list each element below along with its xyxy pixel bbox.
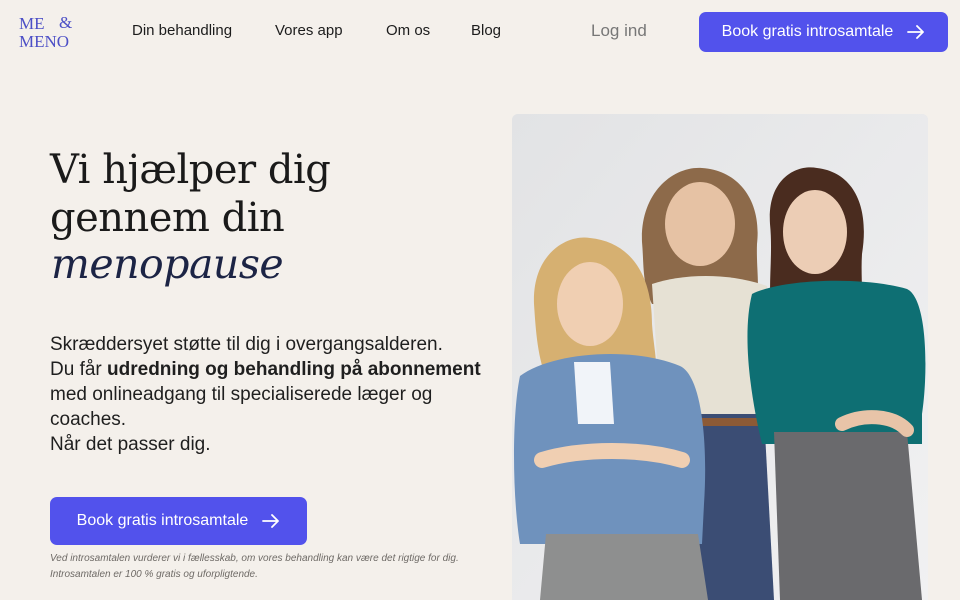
nav-link-om-os[interactable]: Om os (386, 22, 430, 39)
hero-desc-line2: Du får udredning og behandling på abonne… (50, 357, 490, 432)
hero-description: Skræddersyet støtte til dig i overgangsa… (50, 332, 490, 457)
book-intro-button-nav[interactable]: Book gratis introsamtale (699, 12, 948, 52)
login-link[interactable]: Log ind (591, 21, 647, 41)
nav-link-blog[interactable]: Blog (471, 22, 501, 39)
arrow-right-icon (262, 514, 280, 528)
nav-link-vores-app[interactable]: Vores app (275, 22, 343, 39)
hero-desc-line1: Skræddersyet støtte til dig i overgangsa… (50, 334, 443, 355)
hero-desc-line3: Når det passer dig. (50, 434, 211, 455)
logo[interactable]: ME & MENO (19, 14, 79, 50)
hero-desc-pre: Du får (50, 359, 108, 380)
book-intro-button-hero-label: Book gratis introsamtale (76, 512, 249, 529)
hero-desc-post: med onlineadgang til specialiserede læge… (50, 384, 433, 430)
nav-link-din-behandling[interactable]: Din behandling (132, 22, 232, 39)
hero-headline: Vi hjælper dig gennem din (50, 147, 331, 241)
hero-photo-three-women (512, 114, 928, 600)
arrow-right-icon (907, 25, 925, 39)
logo-text-me: ME (19, 14, 45, 33)
logo-text-meno: MENO (19, 32, 70, 51)
hero-desc-bold: udredning og behandling på abonnement (107, 359, 481, 380)
hero-photo-illustration (512, 114, 928, 600)
book-intro-button-hero[interactable]: Book gratis introsamtale (50, 497, 307, 545)
top-nav: ME & MENO Din behandling Vores app Om os… (0, 0, 960, 64)
intro-disclaimer: Ved introsamtalen vurderer vi i fællessk… (50, 553, 459, 580)
hero-headline-emphasis: menopause (51, 240, 284, 288)
logo-ampersand: & (59, 13, 73, 32)
book-intro-button-label: Book gratis introsamtale (721, 23, 894, 40)
